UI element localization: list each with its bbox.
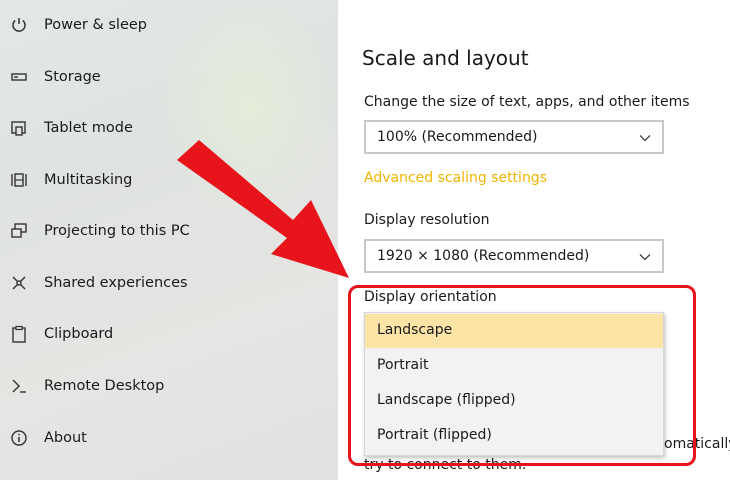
annotation-highlight-box (348, 285, 696, 466)
remote-desktop-icon (10, 377, 28, 395)
sidebar-item-label: Remote Desktop (44, 378, 165, 394)
sidebar-item-label: Tablet mode (44, 120, 133, 136)
resolution-dropdown[interactable]: 1920 × 1080 (Recommended) (364, 239, 664, 273)
scale-dropdown-value: 100% (Recommended) (377, 129, 538, 145)
section-title: Scale and layout (362, 46, 529, 70)
sidebar-item-label: Multitasking (44, 172, 133, 188)
sidebar-item-label: Projecting to this PC (44, 223, 190, 239)
chevron-down-icon (639, 254, 651, 261)
multitasking-icon (10, 171, 28, 189)
info-icon (10, 429, 28, 447)
advanced-scaling-link[interactable]: Advanced scaling settings (364, 170, 547, 186)
resolution-label: Display resolution (364, 212, 490, 228)
sidebar-item-clipboard[interactable]: Clipboard (0, 314, 338, 354)
sidebar-item-label: Shared experiences (44, 275, 188, 291)
sidebar-item-remote-desktop[interactable]: Remote Desktop (0, 366, 338, 406)
sidebar-item-label: About (44, 430, 87, 446)
sidebar-item-about[interactable]: About (0, 418, 338, 458)
chevron-down-icon (639, 135, 651, 142)
sidebar-item-label: Power & sleep (44, 17, 147, 33)
clipboard-icon (10, 325, 28, 343)
storage-icon (10, 68, 28, 86)
scale-label: Change the size of text, apps, and other… (364, 94, 690, 110)
annotation-arrow-icon (177, 140, 349, 278)
shared-experiences-icon (10, 274, 28, 292)
sidebar-item-storage[interactable]: Storage (0, 57, 338, 97)
resolution-dropdown-value: 1920 × 1080 (Recommended) (377, 248, 590, 264)
sidebar-item-label: Storage (44, 69, 101, 85)
projecting-icon (10, 222, 28, 240)
sidebar-item-power-sleep[interactable]: Power & sleep (0, 5, 338, 45)
sidebar-item-label: Clipboard (44, 326, 114, 342)
tablet-mode-icon (10, 119, 28, 137)
power-icon (10, 16, 28, 34)
scale-dropdown[interactable]: 100% (Recommended) (364, 120, 664, 154)
